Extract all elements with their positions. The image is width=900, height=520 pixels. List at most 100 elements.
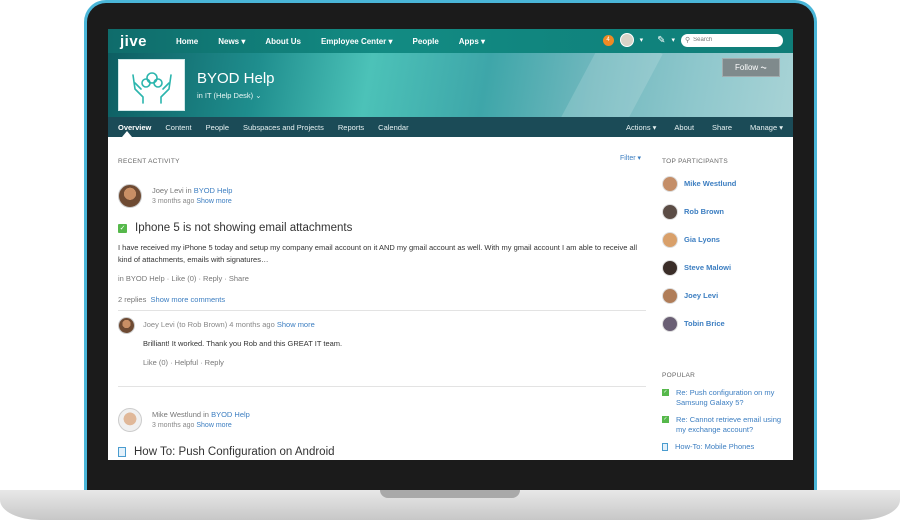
avatar [662,203,678,220]
participant-name[interactable]: Mike Westlund [684,179,736,188]
tab-calendar[interactable]: Calendar [378,123,408,132]
laptop-mockup: jive Home News ▾ About Us Employee Cente… [0,0,900,520]
post-time-line: 3 months ago Show more [152,198,232,205]
popular-heading: POPULAR [662,372,696,379]
avatar [662,315,678,332]
popular-item-label[interactable]: Re: Push configuration on my Samsung Gal… [676,388,792,408]
app-screen: jive Home News ▾ About Us Employee Cente… [108,29,793,460]
nav-about-us[interactable]: About Us [265,37,301,46]
top-nav: jive Home News ▾ About Us Employee Cente… [108,29,793,53]
chevron-down-icon[interactable]: ▾ [671,36,675,44]
tab-subspaces[interactable]: Subspaces and Projects [243,123,324,132]
nav-apps[interactable]: Apps ▾ [459,37,485,46]
nav-home[interactable]: Home [176,37,198,46]
post-author-line: Mike Westlund in BYOD Help [152,410,250,419]
jive-logo[interactable]: jive [120,33,176,50]
reply-body: Brilliant! It worked. Thank you Rob and … [143,339,343,348]
answered-check-icon: ✓ [662,389,669,396]
place-subnav: Overview Content People Subspaces and Pr… [108,117,793,137]
reply-count: 2 replies [118,295,147,304]
show-more-link[interactable]: Show more [196,198,231,205]
participant-name[interactable]: Gia Lyons [684,235,720,244]
recent-activity-heading: RECENT ACTIVITY [118,158,180,165]
popular-item[interactable]: ✓ Re: Push configuration on my Samsung G… [662,388,792,408]
post-title-text[interactable]: How To: Push Configuration on Android [134,446,335,458]
actions-menu[interactable]: Actions ▾ [626,123,656,132]
divider [118,386,646,387]
participant-item[interactable]: Joey Levi [662,287,718,304]
active-tab-indicator [122,131,132,137]
reply-to: (to Rob Brown) [174,320,230,329]
reply-author[interactable]: Joey Levi [143,320,175,329]
nav-people[interactable]: People [413,37,439,46]
popular-item-label[interactable]: How-To: Mobile Phones [675,442,754,452]
pencil-icon[interactable]: ✎ [657,35,665,46]
participant-name[interactable]: Tobin Brice [684,319,725,328]
participant-item[interactable]: Mike Westlund [662,175,736,192]
post-actions: in BYOD Help · Like (0) · Reply · Share [118,274,249,283]
participant-name[interactable]: Steve Malowi [684,263,731,272]
tab-reports[interactable]: Reports [338,123,364,132]
reply-actions[interactable]: Like (0) · Helpful · Reply [143,358,224,367]
nav-employee-center[interactable]: Employee Center ▾ [321,37,393,46]
place-parent-link[interactable]: in IT (Help Desk) ⌄ [197,91,262,100]
follow-button[interactable]: Follow ⏦ [722,58,780,77]
post-title[interactable]: How To: Push Configuration on Android [118,446,335,458]
manage-menu[interactable]: Manage ▾ [750,123,783,132]
avatar [662,231,678,248]
divider [118,310,646,311]
author-name[interactable]: Joey Levi [152,186,184,195]
place-title: BYOD Help [197,70,275,87]
user-avatar[interactable] [619,33,634,47]
actions-links[interactable]: · Like (0) · Reply · Share [165,274,249,283]
search-box[interactable]: ⚲ [681,33,783,47]
post-title-text[interactable]: Iphone 5 is not showing email attachment… [135,222,352,234]
participant-name[interactable]: Rob Brown [684,207,724,216]
post-time: 3 months ago [152,198,195,205]
avatar[interactable] [118,408,142,432]
participant-name[interactable]: Joey Levi [684,291,718,300]
show-more-comments-link[interactable]: Show more comments [151,295,226,304]
chevron-down-icon[interactable]: ▾ [640,36,644,44]
post-author-line: Joey Levi in BYOD Help [152,186,232,195]
top-participants-heading: TOP PARTICIPANTS [662,158,728,165]
hands-icon [131,72,172,104]
share-link[interactable]: Share [712,123,732,132]
about-link[interactable]: About [674,123,694,132]
replies-line: 2 replies Show more comments [118,295,225,304]
tab-people[interactable]: People [206,123,229,132]
post-time: 3 months ago [152,422,195,429]
participant-item[interactable]: Steve Malowi [662,259,731,276]
participant-item[interactable]: Gia Lyons [662,231,720,248]
subnav-right: Actions ▾ About Share Manage ▾ [626,123,783,132]
popular-item[interactable]: How-To: Mobile Phones [662,442,792,452]
document-icon [662,443,668,451]
place-link[interactable]: BYOD Help [211,410,250,419]
participant-item[interactable]: Rob Brown [662,203,724,220]
post-body: I have received my iPhone 5 today and se… [118,243,637,264]
nav-news[interactable]: News ▾ [218,37,245,46]
author-name[interactable]: Mike Westlund [152,410,201,419]
laptop-notch [380,490,520,498]
avatar[interactable] [118,317,135,334]
place-link[interactable]: BYOD Help [194,186,233,195]
actions-prefix: in [118,274,126,283]
search-icon: ⚲ [685,37,691,44]
post-title[interactable]: ✓ Iphone 5 is not showing email attachme… [118,222,352,234]
avatar[interactable] [118,184,142,208]
actions-place-link[interactable]: BYOD Help [126,274,165,283]
show-more-link[interactable]: Show more [196,422,231,429]
tab-content[interactable]: Content [165,123,191,132]
document-icon [118,447,126,457]
search-input[interactable] [693,37,774,43]
reply-author-line: Joey Levi (to Rob Brown) 4 months ago Sh… [143,320,315,329]
participant-item[interactable]: Tobin Brice [662,315,725,332]
top-nav-right: 4 ▾ ✎ ▾ ⚲ [602,33,783,47]
notification-badge[interactable]: 4 [602,34,614,46]
reply-show-more-link[interactable]: Show more [277,320,315,329]
post-time-line: 3 months ago Show more [152,422,232,429]
popular-item[interactable]: ✓ Re: Cannot retrieve email using my exc… [662,415,792,435]
answered-check-icon: ✓ [118,223,127,233]
filter-dropdown[interactable]: Filter ▾ [620,154,641,162]
popular-item-label[interactable]: Re: Cannot retrieve email using my excha… [676,415,792,435]
